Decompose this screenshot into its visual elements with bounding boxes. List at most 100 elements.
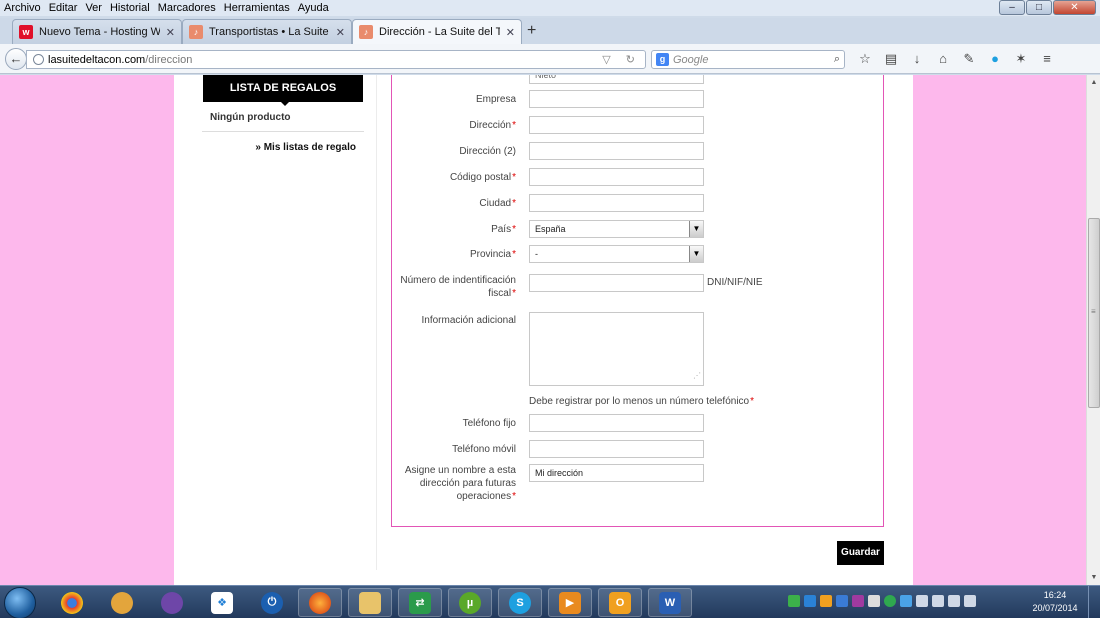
maximize-button[interactable]: □ [1026, 0, 1052, 15]
alias-input[interactable]: Mi dirección [529, 464, 704, 482]
alias-label: Asigne un nombre a esta dirección para fu… [404, 465, 516, 502]
network-icon[interactable] [916, 595, 928, 607]
menu-ayuda[interactable]: Ayuda [298, 2, 329, 14]
tray-app-icon[interactable] [804, 595, 816, 607]
page-scrollbar[interactable]: ▲ ≡ ▼ [1086, 75, 1100, 585]
tab-title: Transportistas • La Suite de... [209, 26, 330, 38]
back-arrow-icon[interactable]: ← [5, 48, 27, 70]
paint-taskbar-icon[interactable] [100, 588, 144, 617]
media-taskbar-icon[interactable] [150, 588, 194, 617]
notification-icon[interactable] [964, 595, 976, 607]
skype-icon[interactable]: ● [982, 51, 1008, 67]
gift-list-empty-text: Ningún producto [202, 102, 364, 132]
my-gift-lists-link[interactable]: » Mis listas de regalo [202, 132, 364, 163]
addon-icon[interactable]: ✎ [956, 51, 982, 67]
word-taskbar-icon[interactable]: W [648, 588, 692, 617]
tab-transportistas[interactable]: ♪ Transportistas • La Suite de... ✕ [182, 19, 352, 44]
dropdown-arrow-icon[interactable]: ▼ [689, 221, 703, 237]
telefono-movil-input[interactable] [529, 440, 704, 458]
resize-grip-icon[interactable]: ⋰ [693, 368, 701, 384]
skype-taskbar-icon[interactable]: S [498, 588, 542, 617]
tray-app-icon[interactable] [884, 595, 896, 607]
save-button[interactable]: Guardar [837, 541, 884, 565]
minimize-button[interactable]: – [999, 0, 1025, 15]
power-taskbar-icon[interactable]: ⏻ [250, 588, 294, 617]
info-adicional-textarea[interactable]: ⋰ [529, 312, 704, 386]
codigo-postal-input[interactable] [529, 168, 704, 186]
pais-select[interactable]: España ▼ [529, 220, 704, 238]
wordpress-favicon-icon: w [19, 25, 33, 39]
system-tray [788, 595, 980, 607]
globe-icon [33, 54, 44, 65]
close-tab-icon[interactable]: ✕ [506, 26, 515, 39]
close-tab-icon[interactable]: ✕ [336, 26, 345, 39]
menu-archivo[interactable]: Archivo [4, 2, 41, 14]
url-host: lasuitedeltacon.com [48, 53, 146, 66]
search-icon[interactable]: ⌕ [834, 53, 840, 66]
addon-two-icon[interactable]: ✶ [1008, 51, 1034, 67]
tab-direccion[interactable]: ♪ Dirección - La Suite del Tac... ✕ [352, 19, 522, 44]
search-input[interactable]: g Google ⌕ [651, 50, 845, 69]
start-button[interactable] [4, 587, 36, 618]
chrome-taskbar-icon[interactable] [50, 588, 94, 617]
show-desktop-button[interactable] [1088, 586, 1100, 618]
system-clock[interactable]: 16:24 20/07/2014 [1028, 589, 1082, 615]
last-name-input[interactable]: Nieto [529, 75, 704, 84]
home-icon[interactable]: ⌂ [930, 51, 956, 67]
flag-icon[interactable] [948, 595, 960, 607]
tab-nuevo-tema[interactable]: w Nuevo Tema - Hosting Wo... ✕ [12, 19, 182, 44]
empresa-input[interactable] [529, 90, 704, 108]
tray-app-icon[interactable] [836, 595, 848, 607]
close-tab-icon[interactable]: ✕ [166, 26, 175, 39]
reading-list-icon[interactable]: ▤ [878, 51, 904, 67]
ftp-taskbar-icon[interactable]: ⇄ [398, 588, 442, 617]
empresa-label: Empresa [475, 94, 516, 105]
provincia-label: Provincia* [469, 249, 516, 260]
search-placeholder: Google [673, 53, 709, 66]
explorer-taskbar-icon[interactable] [348, 588, 392, 617]
volume-icon[interactable] [932, 595, 944, 607]
scroll-down-icon[interactable]: ▼ [1088, 571, 1100, 584]
tray-app-icon[interactable] [788, 595, 800, 607]
close-window-button[interactable]: ✕ [1053, 0, 1096, 15]
menu-bar: Archivo Editar Ver Historial Marcadores … [0, 0, 1100, 16]
menu-icon[interactable]: ≡ [1034, 51, 1060, 67]
tray-app-icon[interactable] [820, 595, 832, 607]
direccion-input[interactable] [529, 116, 704, 134]
utorrent-taskbar-icon[interactable]: µ [448, 588, 492, 617]
ciudad-input[interactable] [529, 194, 704, 212]
nif-input[interactable] [529, 274, 704, 292]
telefono-fijo-input[interactable] [529, 414, 704, 432]
pais-label: País* [491, 224, 516, 235]
clock-date: 20/07/2014 [1032, 603, 1078, 613]
window-controls: – □ ✕ [998, 0, 1096, 15]
menu-ver[interactable]: Ver [85, 2, 102, 14]
direccion2-input[interactable] [529, 142, 704, 160]
url-path: /direccion [145, 53, 193, 66]
reload-icon[interactable]: ▽ ↻ [602, 53, 641, 66]
menu-marcadores[interactable]: Marcadores [158, 2, 216, 14]
dropdown-arrow-icon[interactable]: ▼ [689, 246, 703, 262]
menu-editar[interactable]: Editar [49, 2, 78, 14]
provincia-select[interactable]: - ▼ [529, 245, 704, 263]
tray-app-icon[interactable] [900, 595, 912, 607]
ciudad-label: Ciudad* [479, 198, 516, 209]
firefox-taskbar-icon[interactable] [298, 588, 342, 617]
tray-app-icon[interactable] [868, 595, 880, 607]
tab-title: Dirección - La Suite del Tac... [379, 26, 500, 38]
navigation-bar: ← lasuitedeltacon.com/direccion ▽ ↻ g Go… [0, 44, 1100, 74]
scroll-up-icon[interactable]: ▲ [1088, 76, 1100, 89]
scroll-thumb[interactable]: ≡ [1088, 218, 1100, 408]
google-engine-icon[interactable]: g [656, 53, 669, 66]
download-icon[interactable]: ↓ [904, 51, 930, 67]
outlook-taskbar-icon[interactable]: O [598, 588, 642, 617]
dropbox-taskbar-icon[interactable]: ❖ [200, 588, 244, 617]
url-bar[interactable]: lasuitedeltacon.com/direccion ▽ ↻ [26, 50, 646, 69]
menu-herramientas[interactable]: Herramientas [224, 2, 290, 14]
pais-selected-value: España [535, 224, 566, 234]
player-taskbar-icon[interactable]: ▶ [548, 588, 592, 617]
new-tab-icon[interactable]: + [527, 22, 536, 40]
bookmark-star-icon[interactable]: ☆ [852, 51, 878, 67]
tray-onenote-icon[interactable] [852, 595, 864, 607]
menu-historial[interactable]: Historial [110, 2, 150, 14]
